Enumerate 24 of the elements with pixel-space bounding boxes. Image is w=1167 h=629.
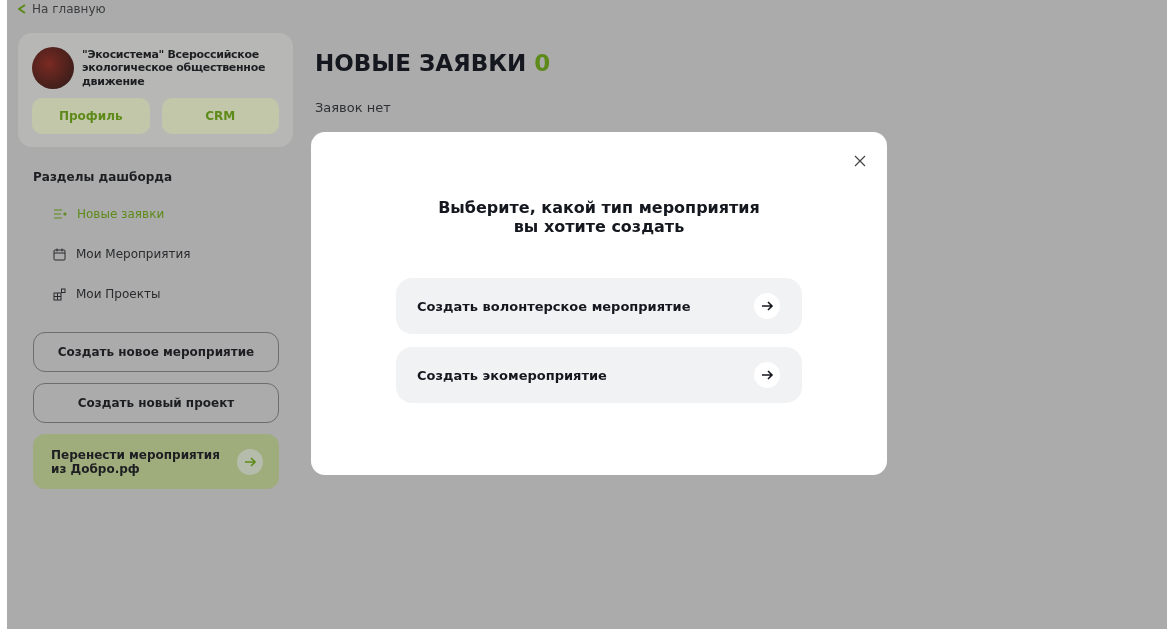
sidebar-item-label: Мои Проекты xyxy=(76,287,161,301)
blocks-icon xyxy=(53,287,66,301)
sidebar-item-label: Мои Мероприятия xyxy=(76,247,191,261)
event-type-option[interactable]: Создать экомероприятие xyxy=(396,347,802,404)
calendar-icon xyxy=(53,247,66,261)
back-link-label: На главную xyxy=(32,2,106,16)
avatar xyxy=(32,47,74,89)
organization-name: "Экосистема" Всероссийское экологическое общественное движение xyxy=(82,48,267,88)
import-label: Перенести мероприятия из Добро.рф xyxy=(51,447,221,476)
sidebar-item-label: Новые заявки xyxy=(77,207,165,221)
request-count: 0 xyxy=(534,50,551,76)
empty-message: Заявок нет xyxy=(315,100,392,115)
sidebar-heading: Разделы дашборда xyxy=(33,170,174,184)
event-type-option[interactable]: Создать волонтерское мероприятие xyxy=(396,278,802,335)
list-icon xyxy=(53,208,67,220)
back-link[interactable]: На главную xyxy=(18,0,293,17)
create-button[interactable]: Создать новое мероприятие xyxy=(33,332,279,372)
title-text: НОВЫЕ ЗАЯВКИ xyxy=(315,50,527,76)
sidebar-item[interactable]: Мои Проекты xyxy=(53,284,293,304)
create-button[interactable]: Создать новый проект xyxy=(33,383,279,423)
sidebar-item[interactable]: Мои Мероприятия xyxy=(53,244,293,264)
close-icon[interactable] xyxy=(853,154,867,168)
import-button[interactable]: Перенести мероприятия из Добро.рф xyxy=(33,434,279,489)
modal-title: Выберите, какой тип мероприятия вы хотите создать xyxy=(437,198,761,237)
